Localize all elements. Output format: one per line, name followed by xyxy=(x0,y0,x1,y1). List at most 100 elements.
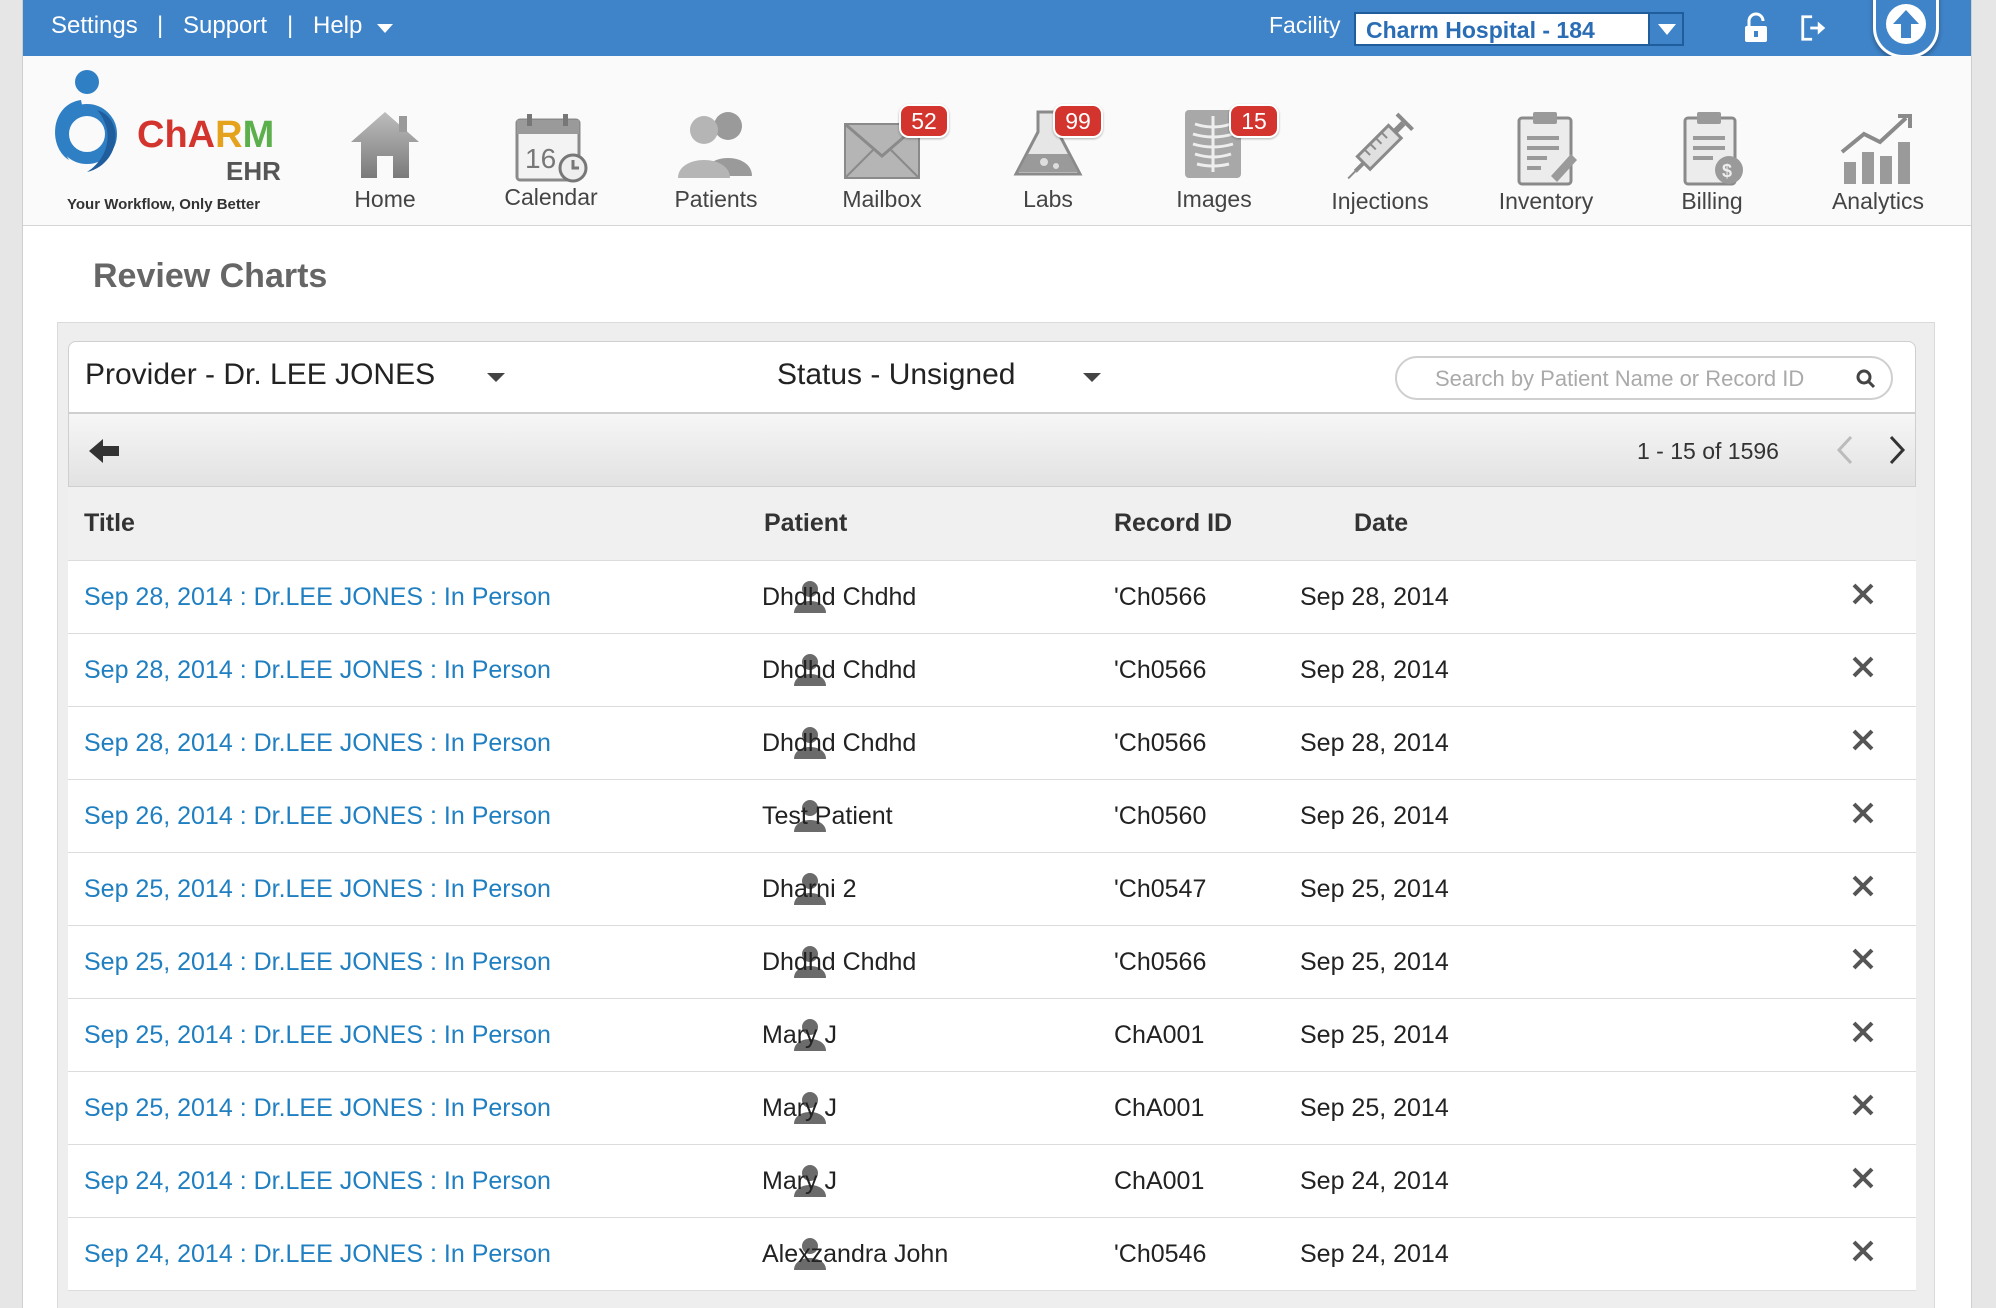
record-id: 'Ch0546 xyxy=(1114,1240,1207,1268)
page-title: Review Charts xyxy=(93,257,328,295)
nav-analytics[interactable]: Analytics xyxy=(1795,56,1961,226)
table-row[interactable]: Sep 24, 2014 : Dr.LEE JONES : In Person M… xyxy=(68,1145,1916,1218)
record-id: 'Ch0566 xyxy=(1114,729,1207,757)
analytics-chart-icon xyxy=(1840,114,1912,184)
chevron-down-icon[interactable] xyxy=(487,373,505,382)
support-link[interactable]: Support xyxy=(183,12,267,40)
inventory-clipboard-icon xyxy=(1517,112,1577,186)
close-icon[interactable] xyxy=(1850,654,1876,680)
provider-filter[interactable]: Provider - Dr. LEE JONES xyxy=(85,358,435,392)
filter-bar: Provider - Dr. LEE JONES Status - Unsign… xyxy=(68,341,1916,413)
close-icon[interactable] xyxy=(1850,1165,1876,1191)
column-header-date[interactable]: Date xyxy=(1354,509,1408,538)
chart-date: Sep 24, 2014 xyxy=(1300,1240,1449,1268)
pager-count: 1 - 15 of 1596 xyxy=(1637,438,1779,464)
chevron-down-icon[interactable] xyxy=(377,24,393,33)
nav-patients[interactable]: Patients xyxy=(633,56,799,226)
nav-label: Labs xyxy=(1023,186,1073,212)
chart-title-link[interactable]: Sep 28, 2014 : Dr.LEE JONES : In Person xyxy=(84,583,551,612)
unlock-icon[interactable] xyxy=(1741,12,1771,44)
close-icon[interactable] xyxy=(1850,1092,1876,1118)
chart-date: Sep 28, 2014 xyxy=(1300,583,1449,611)
nav-mailbox[interactable]: 52 Mailbox xyxy=(799,56,965,226)
chevron-down-icon[interactable] xyxy=(1083,373,1101,382)
facility-label: Facility xyxy=(1269,12,1341,38)
chart-title-link[interactable]: Sep 26, 2014 : Dr.LEE JONES : In Person xyxy=(84,802,551,831)
svg-text:$: $ xyxy=(1722,161,1732,181)
chart-title-link[interactable]: Sep 28, 2014 : Dr.LEE JONES : In Person xyxy=(84,729,551,758)
top-bar: Settings | Support | Help Facility Charm… xyxy=(23,0,1971,58)
search-input[interactable] xyxy=(1435,364,1845,394)
pager-toolbar: 1 - 15 of 1596 xyxy=(68,413,1916,487)
patient-name: Dhdhd Chdhd xyxy=(762,729,917,757)
chart-title-link[interactable]: Sep 25, 2014 : Dr.LEE JONES : In Person xyxy=(84,1094,551,1123)
facility-select[interactable]: Charm Hospital - 184 xyxy=(1354,12,1684,46)
patient-name: Dhdhd Chdhd xyxy=(762,948,917,976)
chart-date: Sep 25, 2014 xyxy=(1300,1021,1449,1049)
table-row[interactable]: Sep 25, 2014 : Dr.LEE JONES : In Person D… xyxy=(68,853,1916,926)
record-id: ChA001 xyxy=(1114,1094,1205,1122)
close-icon[interactable] xyxy=(1850,1019,1876,1045)
logout-icon[interactable] xyxy=(1799,12,1829,44)
record-id: 'Ch0547 xyxy=(1114,875,1207,903)
column-header-record-id[interactable]: Record ID xyxy=(1114,509,1232,538)
close-icon[interactable] xyxy=(1850,800,1876,826)
status-filter[interactable]: Status - Unsigned xyxy=(777,358,1015,392)
chart-date: Sep 28, 2014 xyxy=(1300,729,1449,757)
nav-injections[interactable]: Injections xyxy=(1297,56,1463,226)
chart-date: Sep 26, 2014 xyxy=(1300,802,1449,830)
chart-date: Sep 24, 2014 xyxy=(1300,1167,1449,1195)
chart-title-link[interactable]: Sep 25, 2014 : Dr.LEE JONES : In Person xyxy=(84,875,551,904)
chevron-down-icon[interactable] xyxy=(1648,14,1682,44)
search-box[interactable] xyxy=(1395,356,1893,400)
chart-title-link[interactable]: Sep 28, 2014 : Dr.LEE JONES : In Person xyxy=(84,656,551,685)
charm-logo[interactable]: ChARM EHR Your Workflow, Only Better xyxy=(41,68,291,213)
nav-labs[interactable]: 99 Labs xyxy=(965,56,1131,226)
back-arrow-icon[interactable] xyxy=(87,436,123,466)
chart-date: Sep 25, 2014 xyxy=(1300,948,1449,976)
search-icon[interactable] xyxy=(1855,368,1877,390)
column-header-title[interactable]: Title xyxy=(84,509,135,538)
column-header-patient[interactable]: Patient xyxy=(764,509,847,538)
chart-title-link[interactable]: Sep 24, 2014 : Dr.LEE JONES : In Person xyxy=(84,1167,551,1196)
patient-name: Mary J xyxy=(762,1021,837,1049)
chart-date: Sep 25, 2014 xyxy=(1300,1094,1449,1122)
record-id: 'Ch0566 xyxy=(1114,948,1207,976)
table-row[interactable]: Sep 25, 2014 : Dr.LEE JONES : In Person D… xyxy=(68,926,1916,999)
chart-title-link[interactable]: Sep 24, 2014 : Dr.LEE JONES : In Person xyxy=(84,1240,551,1269)
upload-arrow-icon[interactable] xyxy=(1873,0,1939,58)
nav-home[interactable]: Home xyxy=(302,56,468,226)
table-row[interactable]: Sep 25, 2014 : Dr.LEE JONES : In Person M… xyxy=(68,1072,1916,1145)
chevron-left-icon[interactable] xyxy=(1835,434,1855,466)
table-row[interactable]: Sep 28, 2014 : Dr.LEE JONES : In Person D… xyxy=(68,707,1916,780)
calendar-icon: 16 xyxy=(515,114,588,183)
table-row[interactable]: Sep 24, 2014 : Dr.LEE JONES : In Person A… xyxy=(68,1218,1916,1291)
nav-label: Patients xyxy=(674,186,758,212)
chevron-right-icon[interactable] xyxy=(1887,434,1907,466)
nav-billing[interactable]: $ Billing xyxy=(1629,56,1795,226)
patient-name: Dhdhd Chdhd xyxy=(762,583,917,611)
close-icon[interactable] xyxy=(1850,727,1876,753)
labs-badge: 99 xyxy=(1053,104,1103,138)
nav-label: Analytics xyxy=(1831,188,1925,214)
close-icon[interactable] xyxy=(1850,1238,1876,1264)
nav-images[interactable]: 15 Images xyxy=(1131,56,1297,226)
patient-name: Test Patient xyxy=(762,802,893,830)
close-icon[interactable] xyxy=(1850,873,1876,899)
close-icon[interactable] xyxy=(1850,581,1876,607)
settings-link[interactable]: Settings xyxy=(51,12,138,40)
table-row[interactable]: Sep 28, 2014 : Dr.LEE JONES : In Person D… xyxy=(68,561,1916,634)
table-body: Sep 28, 2014 : Dr.LEE JONES : In Person D… xyxy=(68,561,1916,1291)
images-badge: 15 xyxy=(1229,104,1279,138)
table-row[interactable]: Sep 25, 2014 : Dr.LEE JONES : In Person M… xyxy=(68,999,1916,1072)
chart-title-link[interactable]: Sep 25, 2014 : Dr.LEE JONES : In Person xyxy=(84,948,551,977)
chart-title-link[interactable]: Sep 25, 2014 : Dr.LEE JONES : In Person xyxy=(84,1021,551,1050)
nav-calendar[interactable]: 16 Calendar xyxy=(468,56,634,226)
table-row[interactable]: Sep 28, 2014 : Dr.LEE JONES : In Person D… xyxy=(68,634,1916,707)
help-menu[interactable]: Help xyxy=(313,12,362,40)
record-id: 'Ch0566 xyxy=(1114,583,1207,611)
table-row[interactable]: Sep 26, 2014 : Dr.LEE JONES : In Person T… xyxy=(68,780,1916,853)
close-icon[interactable] xyxy=(1850,946,1876,972)
record-id: 'Ch0560 xyxy=(1114,802,1207,830)
nav-inventory[interactable]: Inventory xyxy=(1463,56,1629,226)
